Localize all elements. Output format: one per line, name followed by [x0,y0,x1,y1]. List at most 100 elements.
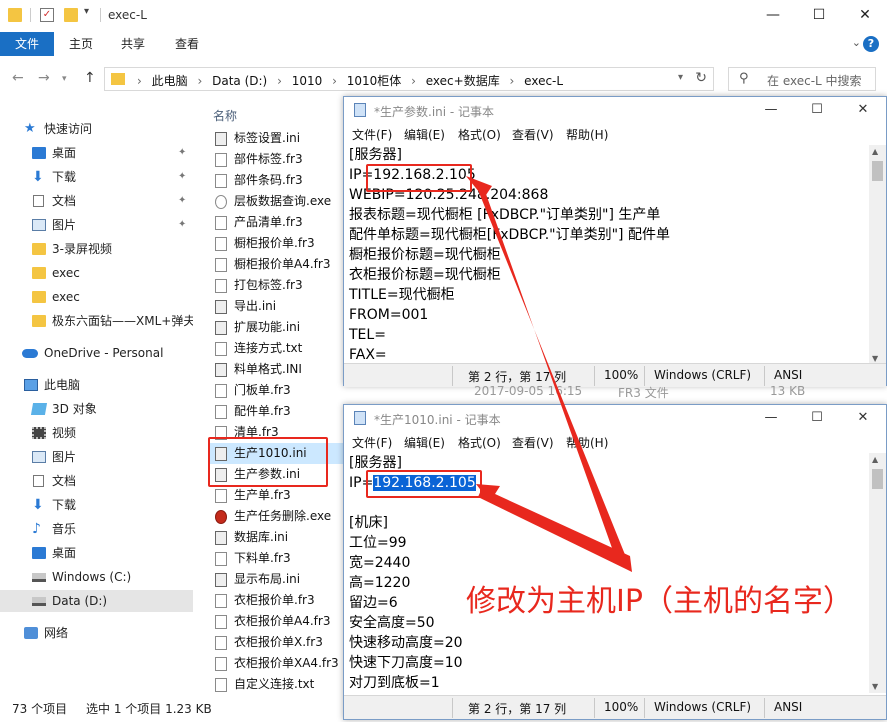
sidebar-item-pictures[interactable]: 图片 ✦ [0,214,193,236]
sidebar-item-folder[interactable]: exec [0,262,193,284]
sidebar-item-3d-objects[interactable]: 3D 对象 [0,398,193,420]
scroll-up-icon[interactable]: ▲ [872,455,878,464]
menu-format[interactable]: 格式(O) [458,126,501,143]
breadcrumb-item[interactable]: 1010柜体 [347,74,402,88]
file-row[interactable]: 层板数据查询.exe [208,191,348,212]
scroll-down-icon[interactable]: ▼ [872,354,878,363]
file-row[interactable]: 衣柜报价单XA4.fr3 [208,653,348,674]
breadcrumb-item[interactable]: 此电脑 [152,74,188,88]
chevron-down-icon[interactable]: ▾ [678,72,683,83]
chevron-right-icon[interactable]: › [510,74,515,88]
sidebar-item-desktop[interactable]: 桌面 [0,542,193,564]
file-row[interactable]: 衣柜报价单.fr3 [208,590,348,611]
file-row[interactable]: 数据库.ini [208,527,348,548]
tab-share[interactable]: 共享 [110,32,156,56]
file-row[interactable]: 部件标签.fr3 [208,149,348,170]
file-row[interactable]: 打包标签.fr3 [208,275,348,296]
file-row[interactable]: 配件单.fr3 [208,401,348,422]
column-header-name[interactable]: 名称 [213,107,237,124]
chevron-right-icon[interactable]: › [277,74,282,88]
folder-icon[interactable] [8,8,22,22]
maximize-button[interactable]: ☐ [794,407,840,429]
file-row[interactable]: 门板单.fr3 [208,380,348,401]
chevron-down-icon[interactable]: ▾ [62,74,67,84]
menu-view[interactable]: 查看(V) [512,434,554,451]
file-row[interactable]: 生产任务删除.exe [208,506,348,527]
sidebar-item-drive-c[interactable]: Windows (C:) [0,566,193,588]
new-folder-icon[interactable] [64,8,78,22]
sidebar-item-videos[interactable]: 视频 [0,422,193,444]
sidebar-item-documents[interactable]: 文档 [0,470,193,492]
sidebar-item-music[interactable]: ♪ 音乐 [0,518,193,540]
properties-icon[interactable]: ✓ [40,8,54,22]
file-row[interactable]: 自定义连接.txt [208,674,348,695]
file-row[interactable]: 下料单.fr3 [208,548,348,569]
sidebar-item-network[interactable]: 网络 [0,622,193,644]
maximize-button[interactable]: ☐ [794,99,840,121]
breadcrumb-item[interactable]: 1010 [292,74,323,88]
scrollbar-thumb[interactable] [872,469,883,489]
file-row[interactable]: 橱柜报价单A4.fr3 [208,254,348,275]
sidebar-item-drive-d[interactable]: Data (D:) [0,590,193,612]
sidebar-item-folder[interactable]: 3-录屏视频 [0,238,193,260]
sidebar-item-folder[interactable]: exec [0,286,193,308]
up-arrow-icon[interactable]: ↑ [84,70,96,86]
help-icon[interactable]: ? [863,36,879,52]
close-button[interactable]: ✕ [840,99,886,121]
minimize-button[interactable]: — [748,407,794,429]
file-row[interactable]: 橱柜报价单.fr3 [208,233,348,254]
sidebar-item-quick-access[interactable]: ★ 快速访问 [0,118,193,140]
tab-home[interactable]: 主页 [58,32,104,56]
menu-help[interactable]: 帮助(H) [566,126,608,143]
refresh-icon[interactable]: ↻ [695,70,707,86]
sidebar-item-pictures[interactable]: 图片 [0,446,193,468]
file-row[interactable]: 产品清单.fr3 [208,212,348,233]
scroll-down-icon[interactable]: ▼ [872,682,878,691]
vertical-scrollbar[interactable]: ▲ ▼ [869,145,886,365]
sidebar-item-this-pc[interactable]: 此电脑 [0,374,193,396]
vertical-scrollbar[interactable]: ▲ ▼ [869,453,886,693]
file-row[interactable]: 部件条码.fr3 [208,170,348,191]
menu-help[interactable]: 帮助(H) [566,434,608,451]
file-row[interactable]: 衣柜报价单X.fr3 [208,632,348,653]
sidebar-item-folder[interactable]: 极东六面钻——XML+弹夫 [0,310,193,332]
sidebar-item-downloads[interactable]: ⬇ 下载 ✦ [0,166,193,188]
chevron-down-icon[interactable]: ▾ [84,6,89,17]
sidebar-item-desktop[interactable]: 桌面 ✦ [0,142,193,164]
breadcrumb-item[interactable]: exec+数据库 [426,74,500,88]
close-button[interactable]: ✕ [840,407,886,429]
tab-view[interactable]: 查看 [164,32,210,56]
chevron-right-icon[interactable]: › [197,74,202,88]
search-input[interactable]: ⚲ 在 exec-L 中搜索 [728,67,876,91]
file-row[interactable]: 显示布局.ini [208,569,348,590]
file-row[interactable]: 料单格式.INI [208,359,348,380]
tab-file[interactable]: 文件 [0,32,54,56]
menu-file[interactable]: 文件(F) [352,434,392,451]
back-arrow-icon[interactable]: ← [12,70,24,86]
file-row[interactable]: 扩展功能.ini [208,317,348,338]
sidebar-item-documents[interactable]: 文档 ✦ [0,190,193,212]
menu-view[interactable]: 查看(V) [512,126,554,143]
menu-format[interactable]: 格式(O) [458,434,501,451]
sidebar-item-downloads[interactable]: ⬇ 下载 [0,494,193,516]
chevron-right-icon[interactable]: › [411,74,416,88]
menu-file[interactable]: 文件(F) [352,126,392,143]
sidebar-item-onedrive[interactable]: OneDrive - Personal [0,342,193,364]
minimize-button[interactable]: — [748,99,794,121]
menu-edit[interactable]: 编辑(E) [404,126,445,143]
file-row[interactable]: 生产单.fr3 [208,485,348,506]
breadcrumb-item[interactable]: Data (D:) [212,74,267,88]
chevron-down-icon[interactable]: ⌄ [852,36,861,49]
scroll-up-icon[interactable]: ▲ [872,147,878,156]
address-bar[interactable]: › 此电脑 › Data (D:) › 1010 › 1010柜体 › exec… [104,67,714,91]
scrollbar-thumb[interactable] [872,161,883,181]
forward-arrow-icon[interactable]: → [38,70,50,86]
file-row[interactable]: 连接方式.txt [208,338,348,359]
chevron-right-icon[interactable]: › [332,74,337,88]
breadcrumb-item[interactable]: exec-L [524,74,563,88]
file-row[interactable]: 衣柜报价单A4.fr3 [208,611,348,632]
file-row[interactable]: 导出.ini [208,296,348,317]
maximize-button[interactable]: ☐ [796,4,842,28]
menu-edit[interactable]: 编辑(E) [404,434,445,451]
file-row[interactable]: 标签设置.ini [208,128,348,149]
